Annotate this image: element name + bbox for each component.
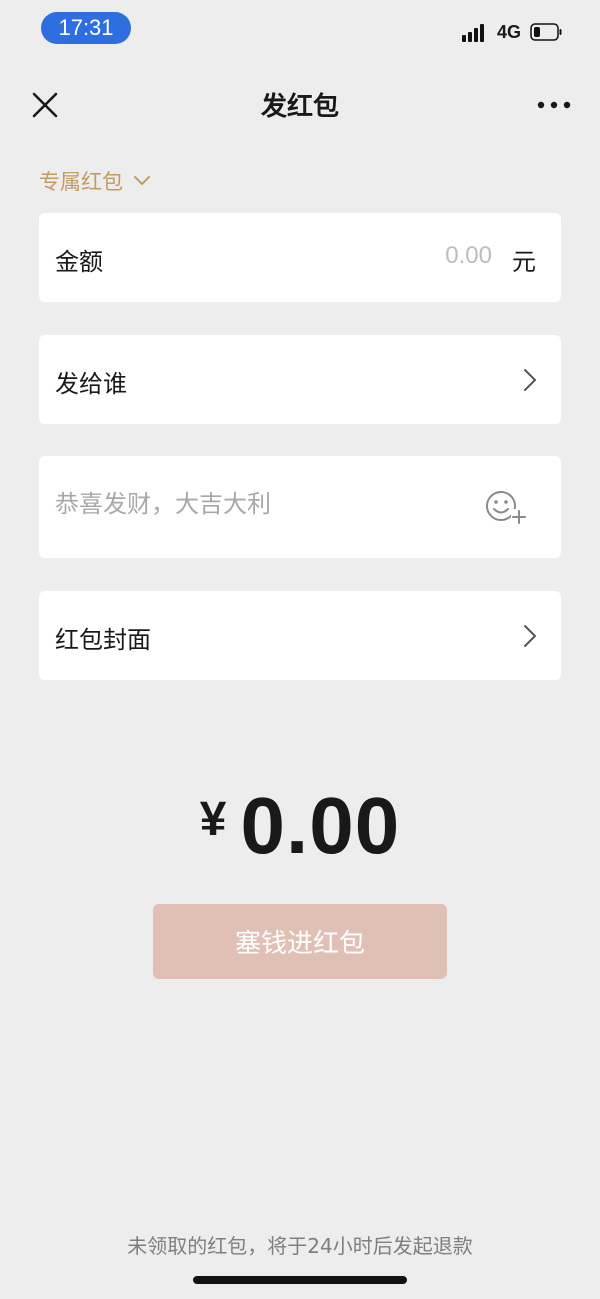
more-dots-icon[interactable] — [536, 95, 572, 115]
recipient-selector[interactable]: 发给谁 — [39, 335, 561, 424]
cover-label: 红包封面 — [55, 626, 151, 654]
currency-symbol: ¥ — [199, 793, 227, 846]
page-title: 发红包 — [260, 92, 339, 122]
chevron-down-icon — [134, 176, 150, 185]
message-card[interactable] — [39, 456, 561, 558]
amount-input[interactable]: 0.00 — [445, 242, 492, 270]
submit-button[interactable]: 塞钱进红包 — [153, 904, 447, 979]
total-amount: ¥0.00 — [0, 780, 600, 872]
packet-type-selector[interactable]: 专属红包 — [39, 166, 151, 196]
cover-selector[interactable]: 红包封面 — [39, 591, 561, 680]
packet-type-label: 专属红包 — [39, 170, 123, 194]
amount-unit: 元 — [512, 248, 536, 276]
chevron-right-icon — [524, 369, 536, 391]
home-indicator — [193, 1276, 407, 1284]
status-time: 17:31 — [41, 12, 131, 44]
battery-icon — [530, 23, 562, 41]
signal-icon — [462, 22, 490, 42]
message-input[interactable] — [55, 490, 455, 518]
amount-card[interactable]: 金额 0.00 元 — [39, 213, 561, 302]
recipient-label: 发给谁 — [55, 370, 127, 398]
chevron-right-icon — [524, 625, 536, 647]
amount-label: 金额 — [55, 248, 103, 276]
network-label: 4G — [497, 22, 522, 42]
emoji-add-icon[interactable] — [485, 489, 527, 525]
status-bar: 17:31 4G — [0, 0, 600, 60]
total-value: 0.00 — [240, 781, 401, 870]
refund-note: 未领取的红包，将于24小时后发起退款 — [127, 1234, 473, 1258]
